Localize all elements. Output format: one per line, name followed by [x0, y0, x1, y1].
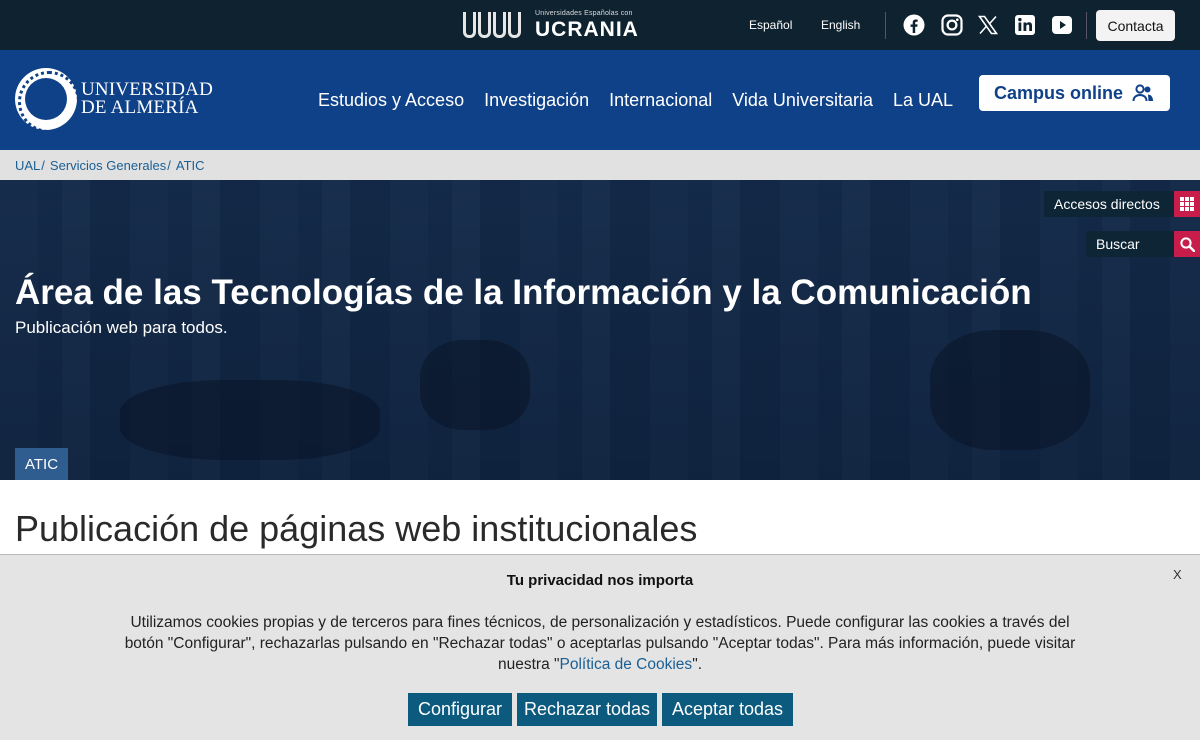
- breadcrumb-ual[interactable]: UAL: [15, 158, 40, 173]
- x-icon[interactable]: [977, 14, 999, 36]
- cookie-configure-button[interactable]: Configurar: [408, 693, 512, 726]
- main-header: UNIVERSIDAD DE ALMERÍA Estudios y Acceso…: [0, 50, 1200, 150]
- breadcrumb-separator: /: [41, 157, 45, 173]
- cookie-banner-text: Utilizamos cookies propias y de terceros…: [110, 612, 1090, 675]
- facebook-icon[interactable]: [903, 14, 925, 36]
- university-logo[interactable]: UNIVERSIDAD DE ALMERÍA: [15, 68, 213, 133]
- cookie-reject-all-button[interactable]: Rechazar todas: [517, 693, 657, 726]
- ukraine-logo-text: UCRANIA: [535, 18, 639, 41]
- page-title: Publicación de páginas web institucional…: [15, 508, 698, 549]
- contact-button[interactable]: Contacta: [1096, 10, 1175, 41]
- language-spanish-link[interactable]: Español: [749, 18, 792, 32]
- grid-icon: [1174, 191, 1200, 217]
- cookie-banner: Tu privacidad nos importa X Utilizamos c…: [0, 554, 1200, 740]
- university-seal-icon: [15, 68, 80, 133]
- search-label: Buscar: [1086, 231, 1174, 257]
- search-button[interactable]: Buscar: [1086, 231, 1200, 257]
- hero-subtitle: Publicación web para todos.: [15, 318, 228, 337]
- hero-background-shape: [930, 330, 1090, 450]
- ukraine-logo-mark: [463, 12, 521, 38]
- cookie-text-after: ".: [692, 656, 702, 673]
- quick-access-label: Accesos directos: [1044, 191, 1174, 217]
- cookie-button-group: Configurar Rechazar todas Aceptar todas: [408, 693, 793, 726]
- hero-title: Área de las Tecnologías de la Informació…: [15, 273, 1032, 312]
- divider: [1086, 12, 1087, 39]
- language-english-link[interactable]: English: [821, 18, 860, 32]
- cookie-policy-link[interactable]: Política de Cookies: [560, 656, 693, 673]
- nav-item-investigacion[interactable]: Investigación: [484, 90, 589, 111]
- breadcrumb-separator: /: [167, 157, 171, 173]
- nav-item-internacional[interactable]: Internacional: [609, 90, 712, 111]
- breadcrumb: UAL / Servicios Generales / ATIC: [0, 150, 1200, 180]
- hero-banner: Accesos directos Buscar Área de las Tecn…: [0, 180, 1200, 480]
- section-tag-atic[interactable]: ATIC: [15, 448, 68, 480]
- linkedin-icon[interactable]: [1014, 14, 1036, 36]
- hero-background-shape: [420, 340, 530, 430]
- university-name-line2: DE ALMERÍA: [81, 97, 199, 118]
- youtube-icon[interactable]: [1051, 14, 1073, 36]
- breadcrumb-atic[interactable]: ATIC: [176, 158, 205, 173]
- nav-item-estudios[interactable]: Estudios y Acceso: [318, 90, 464, 111]
- nav-item-vida-universitaria[interactable]: Vida Universitaria: [732, 90, 873, 111]
- instagram-icon[interactable]: [941, 14, 963, 36]
- cookie-accept-all-button[interactable]: Aceptar todas: [662, 693, 793, 726]
- ukraine-universities-logo[interactable]: Universidades Españolas con UCRANIA: [463, 10, 639, 40]
- ukraine-logo-small-text: Universidades Españolas con: [535, 10, 633, 17]
- nav-item-la-ual[interactable]: La UAL: [893, 90, 953, 111]
- main-navigation: Estudios y Acceso Investigación Internac…: [318, 90, 973, 111]
- cookie-banner-title: Tu privacidad nos importa: [506, 572, 694, 589]
- search-icon: [1174, 231, 1200, 257]
- hero-background-shape: [120, 380, 380, 460]
- divider: [885, 12, 886, 39]
- campus-online-label: Campus online: [994, 82, 1124, 103]
- campus-online-button[interactable]: Campus online: [979, 75, 1170, 111]
- top-bar: Universidades Españolas con UCRANIA Espa…: [0, 0, 1200, 50]
- breadcrumb-servicios-generales[interactable]: Servicios Generales: [50, 158, 166, 173]
- quick-access-button[interactable]: Accesos directos: [1044, 191, 1200, 217]
- users-icon: [1132, 84, 1154, 107]
- cookie-close-button[interactable]: X: [1173, 567, 1182, 582]
